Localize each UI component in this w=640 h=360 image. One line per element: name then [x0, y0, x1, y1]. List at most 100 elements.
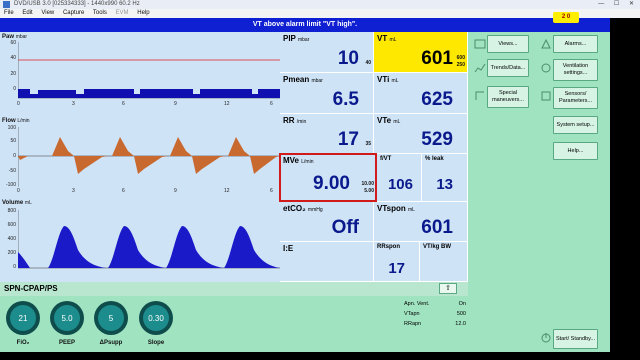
paw-unit: mbar	[15, 34, 28, 40]
ventilation-settings-button[interactable]: Ventilation settings...	[553, 59, 598, 81]
pmean-unit: mbar	[311, 78, 323, 84]
flow-xtick: 6	[270, 188, 273, 194]
volume-ytick: 600	[7, 222, 16, 228]
flow-unit: L/min	[17, 118, 30, 124]
fio2-value: 21	[19, 314, 28, 323]
vte-label: VTe mL	[377, 116, 400, 125]
flow-waveform	[18, 127, 280, 187]
paw-xtick: 12	[224, 101, 230, 107]
flow-xtick: 0	[17, 188, 20, 194]
pmean-cell[interactable]: Pmean mbar 6.5	[280, 73, 374, 114]
slope-knob[interactable]: 0.30 Slope	[136, 296, 176, 346]
leak-cell[interactable]: % leak 13	[422, 154, 468, 202]
flow-xtick: 9	[174, 188, 177, 194]
vtkgbw-cell[interactable]: VT/kg BW	[420, 242, 468, 282]
flow-xtick: 12	[224, 188, 230, 194]
vtspon-value: 601	[421, 217, 453, 238]
window-titlebar: DVD/USB 3.0 [025334333] - 1440x990 60.2 …	[0, 0, 640, 9]
rrapn-row: RRapn 12.0	[404, 321, 468, 327]
vt-cell[interactable]: VT mL 601 600 250	[374, 32, 468, 73]
slope-label: Slope	[147, 340, 165, 346]
ventilation-icon	[541, 63, 551, 73]
trends-icon	[474, 63, 486, 73]
vt-limit-low: 250	[456, 62, 465, 68]
menu-bar: File Edit View Capture Tools EVM Help	[0, 9, 640, 18]
bottom-border	[0, 352, 640, 360]
vti-label: VTi mL	[377, 75, 399, 84]
flow-title: Flow L/min	[2, 118, 30, 124]
waveform-panel: Paw mbar 60 40 20 0 0 3 6 9 12 6 Flow L/…	[0, 32, 280, 282]
vte-unit: mL	[393, 119, 401, 125]
mve-highlight-box	[279, 153, 377, 202]
vte-cell[interactable]: VTe mL 529	[374, 114, 468, 154]
vti-name: VTi	[377, 75, 390, 84]
vtspon-name: VTspon	[377, 204, 406, 213]
fio2-knob[interactable]: 21 FiO₂	[3, 296, 43, 346]
window-title: DVD/USB 3.0 [025334333] - 1440x990 60.2 …	[14, 1, 140, 7]
black-border	[610, 18, 640, 360]
pip-limit: 40	[365, 60, 371, 66]
psupp-knob[interactable]: 5 ΔPsupp	[91, 296, 131, 346]
pmean-value: 6.5	[332, 89, 359, 110]
system-setup-button[interactable]: System setup...	[553, 116, 598, 134]
vti-cell[interactable]: VTi mL 625	[374, 73, 468, 114]
menu-capture[interactable]: Capture	[63, 10, 84, 16]
rr-cell[interactable]: RR /min 17 35	[280, 114, 374, 154]
vt-limit-high: 600	[456, 55, 465, 61]
menu-edit[interactable]: Edit	[22, 10, 32, 16]
volume-title: Volume mL	[2, 200, 32, 206]
peep-knob[interactable]: 5.0 PEEP	[47, 296, 87, 346]
vte-value: 529	[421, 129, 453, 150]
menu-tools[interactable]: Tools	[93, 10, 107, 16]
menu-evm[interactable]: EVM	[116, 10, 129, 16]
alarm-bell-icon	[541, 38, 551, 49]
knob-dial-icon: 21	[6, 301, 40, 335]
rrspon-label: RRspon	[377, 244, 400, 250]
alarms-button[interactable]: Alarms...	[553, 35, 598, 53]
pip-value: 10	[337, 48, 359, 69]
trends-data-button[interactable]: Trends/Data...	[487, 59, 529, 77]
rsbi-cell[interactable]: f/VT 106	[377, 154, 422, 202]
paw-xtick: 3	[72, 101, 75, 107]
menu-file[interactable]: File	[4, 10, 14, 16]
sensors-icon	[541, 91, 551, 101]
help-button[interactable]: Help...	[553, 142, 598, 160]
app-icon	[3, 1, 10, 8]
ventilation-mode-label[interactable]: SPN-CPAP/PS	[4, 284, 58, 293]
ie-cell[interactable]: I:E	[280, 242, 374, 282]
rr-value: 17	[337, 129, 359, 150]
etco2-cell[interactable]: etCO₂ mmHg Off	[280, 202, 374, 242]
paw-xtick: 6	[122, 101, 125, 107]
flow-xtick: 3	[72, 188, 75, 194]
menu-button-panel: Views... Alarms... Trends/Data... Ventil…	[468, 32, 610, 352]
window-controls[interactable]: — ☐ ✕	[598, 0, 638, 9]
views-button[interactable]: Views...	[487, 35, 529, 53]
vtapn-label: VTapn	[404, 311, 420, 317]
pmean-label: Pmean mbar	[283, 75, 323, 84]
psupp-label: ΔPsupp	[99, 340, 123, 346]
rr-label: RR /min	[283, 116, 306, 125]
fio2-label: FiO₂	[16, 340, 30, 346]
flow-ytick: -100	[5, 182, 16, 188]
rsbi-value: 106	[387, 176, 413, 193]
knob-dial-icon: 0.30	[139, 301, 173, 335]
mode-expand-button[interactable]: ⇧	[439, 283, 457, 294]
alarm-silence-button[interactable]: 2 0	[553, 12, 579, 23]
peep-value: 5.0	[61, 314, 73, 323]
pip-cell[interactable]: PIP mbar 10 40	[280, 32, 374, 73]
etco2-label: etCO₂ mmHg	[283, 204, 323, 213]
maneuvers-icon	[475, 91, 484, 100]
vtspon-cell[interactable]: VTspon mL 601	[374, 202, 468, 242]
etco2-unit: mmHg	[307, 207, 323, 213]
menu-view[interactable]: View	[41, 10, 54, 16]
alarm-banner[interactable]: VT above alarm limit "VT high".	[0, 18, 610, 32]
apnea-vent-label: Apn. Vent.	[404, 301, 430, 307]
start-standby-button[interactable]: Start/ Standby...	[553, 329, 598, 349]
menu-help[interactable]: Help	[137, 10, 149, 16]
rrspon-cell[interactable]: RRspon 17	[374, 242, 420, 282]
vtkgbw-label: VT/kg BW	[423, 244, 451, 250]
special-maneuvers-button[interactable]: Special maneuvers...	[487, 86, 529, 108]
volume-label: Volume	[2, 200, 24, 206]
volume-unit: mL	[24, 200, 32, 206]
sensors-parameters-button[interactable]: Sensors/ Parameters...	[553, 87, 598, 109]
